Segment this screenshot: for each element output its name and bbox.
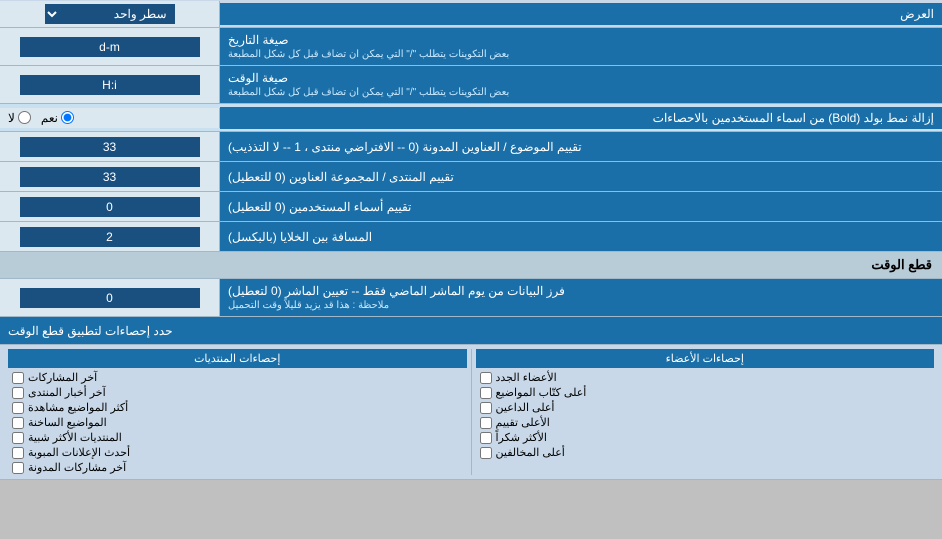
filter-input-wrap	[0, 279, 220, 316]
check-top-writers: أعلى كتّاب المواضيع	[476, 385, 935, 400]
check-most-thanked-cb[interactable]	[480, 432, 492, 444]
user-order-label: تقييم أسماء المستخدمين (0 للتعطيل)	[220, 192, 942, 221]
check-latest-ads-cb[interactable]	[12, 447, 24, 459]
display-select[interactable]: سطر واحد	[45, 4, 175, 24]
check-top-writers-cb[interactable]	[480, 387, 492, 399]
main-container: العرض سطر واحد صيغة التاريخ بعض التكوينا…	[0, 0, 942, 480]
user-order-row: تقييم أسماء المستخدمين (0 للتعطيل)	[0, 192, 942, 222]
check-most-viewed-cb[interactable]	[12, 402, 24, 414]
bold-remove-wrap: نعم لا	[0, 108, 220, 128]
bold-radio-yes[interactable]: نعم	[41, 111, 74, 125]
checklist-col-members: إحصاءات الأعضاء الأعضاء الجدد أعلى كتّاب…	[476, 349, 935, 475]
check-forum-news: آخر أخبار المنتدى	[8, 385, 467, 400]
divider	[471, 349, 472, 475]
bold-remove-label: إزالة نمط بولد (Bold) من اسماء المستخدمي…	[220, 107, 942, 129]
check-last-posts: آخر المشاركات	[8, 370, 467, 385]
check-blog-posts-cb[interactable]	[12, 462, 24, 474]
check-most-similar-cb[interactable]	[12, 432, 24, 444]
stats-header-row: حدد إحصاءات لتطبيق قطع الوقت	[0, 317, 942, 345]
topic-order-input-wrap	[0, 132, 220, 161]
check-forum-news-cb[interactable]	[12, 387, 24, 399]
filter-input[interactable]	[20, 288, 200, 308]
check-hot-topics-cb[interactable]	[12, 417, 24, 429]
bold-remove-row: إزالة نمط بولد (Bold) من اسماء المستخدمي…	[0, 104, 942, 132]
cut-time-header: قطع الوقت	[0, 252, 942, 279]
check-last-posts-cb[interactable]	[12, 372, 24, 384]
checklist-col-forums: إحصاءات المنتديات آخر المشاركات آخر أخبا…	[8, 349, 467, 475]
col1-header: إحصاءات المنتديات	[8, 349, 467, 368]
time-format-input-wrap	[0, 66, 220, 103]
check-latest-ads: أحدث الإعلانات المبوبة	[8, 445, 467, 460]
date-format-input-wrap	[0, 28, 220, 65]
check-new-members-cb[interactable]	[480, 372, 492, 384]
topic-order-label: تقييم الموضوع / العناوين المدونة (0 -- ا…	[220, 132, 942, 161]
display-row: العرض سطر واحد	[0, 0, 942, 28]
col2-header: إحصاءات الأعضاء	[476, 349, 935, 368]
check-top-inviters: أعلى الداعين	[476, 400, 935, 415]
bold-radio-no[interactable]: لا	[8, 111, 31, 125]
checklist-columns: إحصاءات الأعضاء الأعضاء الجدد أعلى كتّاب…	[8, 349, 934, 475]
user-order-input[interactable]	[20, 197, 200, 217]
user-order-input-wrap	[0, 192, 220, 221]
check-top-violators-cb[interactable]	[480, 447, 492, 459]
check-top-inviters-cb[interactable]	[480, 402, 492, 414]
topic-order-input[interactable]	[20, 137, 200, 157]
check-top-rated-cb[interactable]	[480, 417, 492, 429]
check-most-similar: المنتديات الأكثر شبية	[8, 430, 467, 445]
check-top-violators: أعلى المخالفين	[476, 445, 935, 460]
forum-order-input[interactable]	[20, 167, 200, 187]
forum-order-label: تقييم المنتدى / المجموعة العناوين (0 للت…	[220, 162, 942, 191]
cell-spacing-row: المسافة بين الخلايا (بالبكسل)	[0, 222, 942, 252]
check-blog-posts: آخر مشاركات المدونة	[8, 460, 467, 475]
date-format-input[interactable]	[20, 37, 200, 57]
check-hot-topics: المواضيع الساخنة	[8, 415, 467, 430]
filter-label: فرز البيانات من يوم الماشر الماضي فقط --…	[220, 279, 942, 316]
topic-order-row: تقييم الموضوع / العناوين المدونة (0 -- ا…	[0, 132, 942, 162]
checklist-section: إحصاءات الأعضاء الأعضاء الجدد أعلى كتّاب…	[0, 345, 942, 480]
time-format-row: صيغة الوقت بعض التكوينات يتطلب "/" التي …	[0, 66, 942, 104]
forum-order-row: تقييم المنتدى / المجموعة العناوين (0 للت…	[0, 162, 942, 192]
cell-spacing-label: المسافة بين الخلايا (بالبكسل)	[220, 222, 942, 251]
cell-spacing-input[interactable]	[20, 227, 200, 247]
check-most-viewed: أكثر المواضيع مشاهدة	[8, 400, 467, 415]
stats-header-label: حدد إحصاءات لتطبيق قطع الوقت	[0, 317, 942, 344]
date-format-row: صيغة التاريخ بعض التكوينات يتطلب "/" الت…	[0, 28, 942, 66]
cell-spacing-input-wrap	[0, 222, 220, 251]
display-select-wrap: سطر واحد	[0, 1, 220, 27]
forum-order-input-wrap	[0, 162, 220, 191]
check-most-thanked: الأكثر شكراً	[476, 430, 935, 445]
time-format-input[interactable]	[20, 75, 200, 95]
time-format-label: صيغة الوقت بعض التكوينات يتطلب "/" التي …	[220, 66, 942, 103]
display-label: العرض	[220, 3, 942, 25]
check-new-members: الأعضاء الجدد	[476, 370, 935, 385]
filter-row: فرز البيانات من يوم الماشر الماضي فقط --…	[0, 279, 942, 317]
check-top-rated: الأعلى تقييم	[476, 415, 935, 430]
date-format-label: صيغة التاريخ بعض التكوينات يتطلب "/" الت…	[220, 28, 942, 65]
